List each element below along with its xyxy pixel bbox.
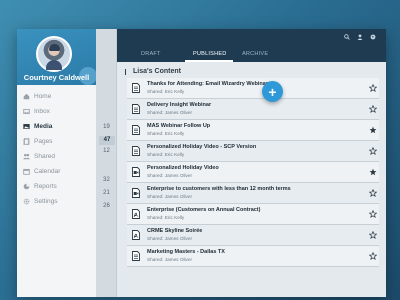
item-title: Enterprise (Customers on Annual Contract… — [147, 207, 261, 213]
item-title: Delivery Insight Webinar — [147, 102, 212, 108]
list-item[interactable]: Enterprise (Customers on Annual Contract… — [127, 204, 379, 225]
item-title: Marketing Masters - Dallas TX — [147, 249, 225, 255]
list-item[interactable]: MAS Webinar Follow Up Shared: Eric Kelly — [127, 120, 379, 141]
item-shared-by: Shared: Eric Kelly — [147, 215, 185, 220]
item-title: MAS Webinar Follow Up — [147, 123, 211, 129]
item-title: Personalized Holiday Video - SCP Version — [147, 144, 257, 150]
sidebar-item-inbox[interactable]: Inbox — [17, 104, 96, 119]
item-title: Personalized Holiday Video — [147, 165, 219, 171]
item-shared-by: Shared: Eric Kelly — [147, 131, 185, 136]
sidebar: Courtney Caldwell Home Inbox Media Pages Sha… — [17, 29, 96, 297]
video-icon — [132, 167, 140, 177]
search-icon[interactable] — [344, 34, 350, 40]
globe-icon[interactable] — [370, 34, 376, 40]
video-icon — [132, 188, 140, 198]
tab-draft[interactable]: DRAFT — [141, 51, 161, 57]
avatar-hat — [49, 44, 60, 51]
star-icon[interactable] — [369, 105, 377, 113]
section-marker — [125, 69, 126, 75]
pdf-icon — [132, 230, 140, 240]
document-icon — [132, 83, 140, 93]
sidebar-item-label: Reports — [34, 183, 57, 190]
star-icon[interactable] — [369, 210, 377, 218]
home-icon — [23, 93, 30, 100]
star-icon[interactable] — [369, 231, 377, 239]
sidebar-item-label: Pages — [34, 138, 53, 145]
sidebar-item-label: Settings — [34, 198, 58, 205]
avatar-body — [46, 60, 62, 70]
item-shared-by: Shared: James Oliver — [147, 173, 193, 178]
list-item[interactable]: Personalized Holiday Video - SCP Version… — [127, 141, 379, 162]
tab-published[interactable]: PUBLISHED — [193, 51, 227, 57]
avatar[interactable] — [36, 36, 72, 72]
inbox-icon — [23, 108, 30, 115]
item-shared-by: Shared: Eric Kelly — [147, 89, 185, 94]
sidebar-item-pages[interactable]: Pages — [17, 134, 96, 149]
people-icon — [23, 153, 30, 160]
count-badge: 19 — [103, 124, 110, 130]
star-icon[interactable] — [369, 189, 377, 197]
sidebar-item-label: Media — [34, 123, 53, 130]
chart-icon — [23, 183, 30, 190]
item-title: CRME Skyline Soirée — [147, 228, 203, 234]
sidebar-item-reports[interactable]: Reports — [17, 179, 96, 194]
list-item[interactable]: Delivery Insight Webinar Shared: James Ol… — [127, 99, 379, 120]
app-window: Courtney Caldwell Home Inbox Media Pages Sha… — [17, 29, 386, 297]
count-badge: 47 — [99, 136, 115, 145]
list-item[interactable]: Enterprise to customers with less than 1… — [127, 183, 379, 204]
sidebar-item-label: Calendar — [34, 168, 61, 175]
star-icon[interactable] — [369, 252, 377, 260]
list-item[interactable]: Thanks for Attending: Email Wizardry Web… — [127, 78, 379, 99]
document-icon — [132, 146, 140, 156]
active-tab-indicator — [185, 60, 233, 62]
star-icon[interactable] — [369, 84, 377, 92]
top-bar: DRAFT PUBLISHED ARCHIVE — [117, 29, 386, 62]
sidebar-item-media[interactable]: Media — [17, 119, 96, 134]
list-item[interactable]: CRME Skyline Soirée Shared: James Oliver — [127, 225, 379, 246]
page-icon — [23, 138, 30, 145]
count-badge: 12 — [103, 148, 110, 154]
list-item[interactable]: Personalized Holiday Video Shared: James … — [127, 162, 379, 183]
sidebar-item-calendar[interactable]: Calendar — [17, 164, 96, 179]
add-button[interactable]: + — [262, 81, 283, 102]
document-icon — [132, 104, 140, 114]
sidebar-item-label: Home — [34, 93, 52, 100]
gear-icon — [23, 198, 30, 205]
profile-header: Courtney Caldwell — [17, 29, 96, 85]
content-list: Thanks for Attending: Email Wizardry Web… — [127, 78, 379, 267]
item-shared-by: Shared: James Oliver — [147, 257, 193, 262]
tab-archive[interactable]: ARCHIVE — [242, 51, 268, 57]
sidebar-item-label: Inbox — [34, 108, 50, 115]
item-title: Enterprise to customers with less than 1… — [147, 186, 291, 192]
sidebar-item-label: Shared — [34, 153, 55, 160]
sidebar-item-home[interactable]: Home — [17, 89, 96, 104]
section-title: Lisa's Content — [133, 68, 181, 75]
sidebar-item-settings[interactable]: Settings — [17, 194, 96, 209]
pdf-icon — [132, 209, 140, 219]
top-icons — [344, 34, 376, 40]
item-shared-by: Shared: James Oliver — [147, 110, 193, 115]
star-icon[interactable] — [369, 147, 377, 155]
list-item[interactable]: Marketing Masters - Dallas TX Shared: Jam… — [127, 246, 379, 267]
document-icon — [132, 125, 140, 135]
count-column: 19 47 12 32 21 26 — [96, 29, 117, 297]
sidebar-nav: Home Inbox Media Pages Shared Calendar Reports… — [17, 89, 96, 209]
count-badge: 21 — [103, 190, 110, 196]
star-filled-icon[interactable] — [369, 168, 377, 176]
image-icon — [23, 123, 30, 130]
item-title: Thanks for Attending: Email Wizardry Web… — [147, 81, 268, 87]
count-badge: 32 — [103, 177, 110, 183]
sidebar-item-shared[interactable]: Shared — [17, 149, 96, 164]
document-icon — [132, 251, 140, 261]
item-shared-by: Shared: Eric Kelly — [147, 152, 185, 157]
main-panel: DRAFT PUBLISHED ARCHIVE Lisa's Content T… — [117, 29, 386, 297]
item-shared-by: Shared: James Oliver — [147, 194, 193, 199]
user-icon[interactable] — [357, 34, 363, 40]
item-shared-by: Shared: James Oliver — [147, 236, 193, 241]
count-badge: 26 — [103, 203, 110, 209]
star-filled-icon[interactable] — [369, 126, 377, 134]
calendar-icon — [23, 168, 30, 175]
profile-name: Courtney Caldwell — [23, 73, 90, 82]
